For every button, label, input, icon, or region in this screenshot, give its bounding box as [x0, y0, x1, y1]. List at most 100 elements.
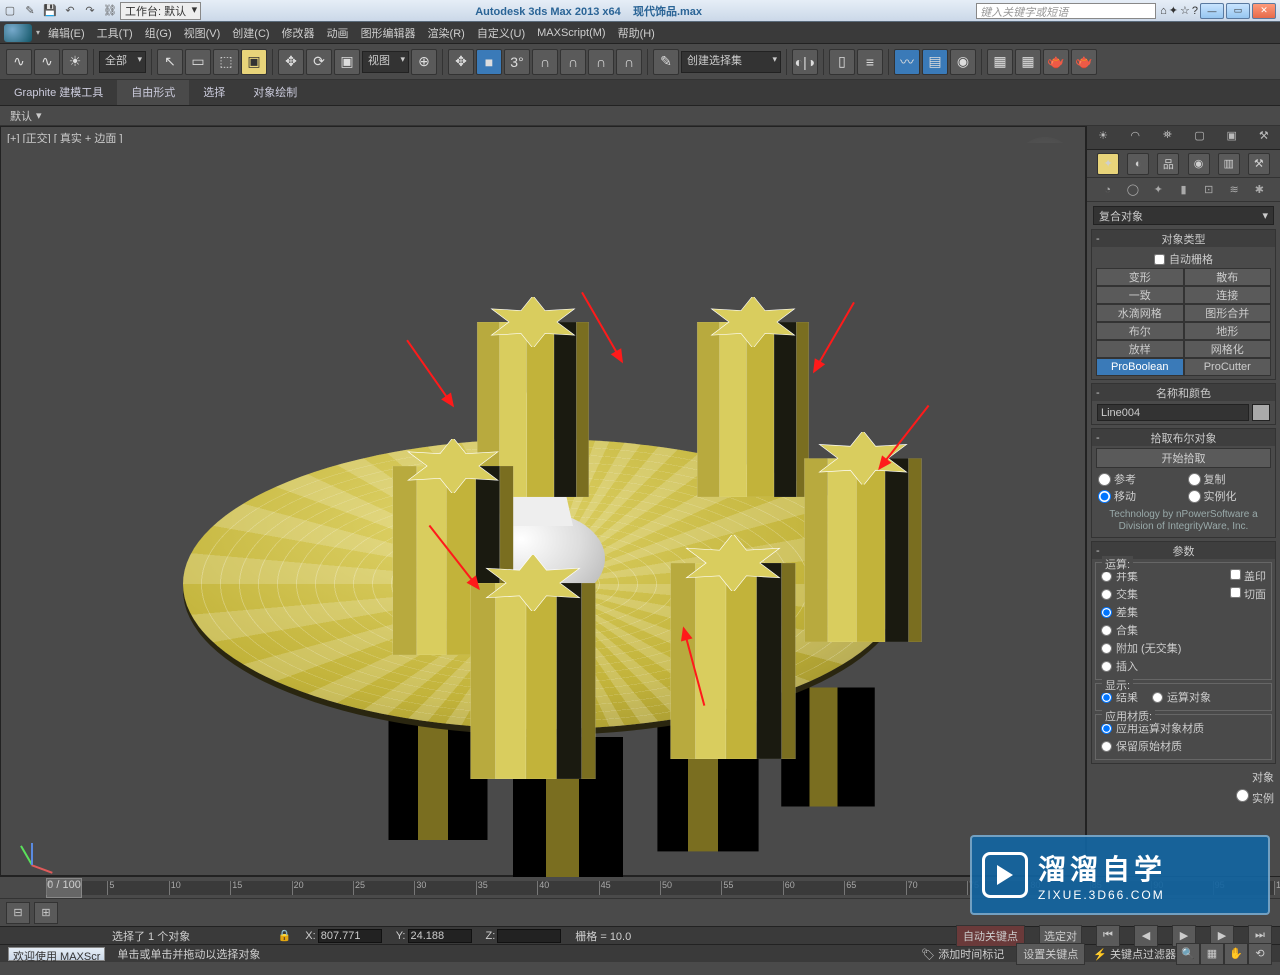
ribbon-tab[interactable]: 对象绘制 — [239, 80, 311, 105]
menu-item[interactable]: 图形编辑器 — [355, 23, 422, 43]
render-setup-icon[interactable]: ▦ — [987, 49, 1013, 75]
schematic-icon[interactable]: ▤ — [922, 49, 948, 75]
coord-x-input[interactable] — [318, 929, 382, 943]
category-dropdown[interactable]: 复合对象 — [1093, 206, 1274, 225]
ribbon-tab[interactable]: 选择 — [189, 80, 239, 105]
object-type-button[interactable]: 图形合并 — [1184, 304, 1272, 322]
menu-item[interactable]: 帮助(H) — [612, 23, 661, 43]
ref-coord-system[interactable]: 视图 — [362, 51, 409, 73]
window-crossing-toggle[interactable]: ▣ — [241, 49, 267, 75]
rollout-header[interactable]: -名称和颜色 — [1092, 384, 1275, 401]
display-radio[interactable] — [1101, 692, 1112, 703]
object-type-button[interactable]: ProCutter — [1184, 358, 1272, 376]
snap-4-icon[interactable]: ∩ — [588, 49, 614, 75]
qat-link-icon[interactable]: ⛓ — [100, 2, 120, 20]
operation-radio[interactable] — [1101, 625, 1112, 636]
operation-radio[interactable] — [1101, 571, 1112, 582]
menu-item[interactable]: 动画 — [321, 23, 355, 43]
render-frame-icon[interactable]: ▦ — [1015, 49, 1041, 75]
menu-item[interactable]: 工具(T) — [91, 23, 139, 43]
color-swatch[interactable] — [1252, 404, 1270, 421]
spinner-snap-icon[interactable]: ∩ — [560, 49, 586, 75]
bind-icon[interactable]: ☀ — [62, 49, 88, 75]
help-icon[interactable]: ✦ — [1169, 4, 1178, 17]
orbit-icon[interactable]: ⟲ — [1248, 943, 1272, 965]
select-name-icon[interactable]: ▭ — [185, 49, 211, 75]
exchange-icon[interactable]: ? — [1192, 5, 1198, 17]
prev-frame-icon[interactable]: ◀ — [1134, 925, 1158, 947]
sun-icon[interactable]: ☀ — [1093, 129, 1113, 147]
display-tab-icon[interactable]: ▥ — [1218, 153, 1240, 175]
object-type-button[interactable]: 变形 — [1096, 268, 1184, 286]
select-icon[interactable]: ↖ — [157, 49, 183, 75]
pan-icon[interactable]: ✋ — [1224, 943, 1248, 965]
viewport[interactable]: [+] [正交] [ 真实 + 边面 ] — [0, 126, 1086, 876]
create-tab-icon[interactable]: ✦ — [1097, 153, 1119, 175]
add-time-tag[interactable]: 添加时间标记 — [938, 949, 1004, 961]
person-icon[interactable]: ⛯ — [1157, 129, 1177, 147]
app-menu-button[interactable] — [4, 24, 32, 42]
render-icon[interactable]: 🫖 — [1043, 49, 1069, 75]
instance-radio[interactable] — [1236, 789, 1249, 802]
track-prev-icon[interactable]: ⊟ — [6, 902, 30, 924]
operation-radio[interactable] — [1101, 589, 1112, 600]
coord-y-input[interactable] — [408, 929, 472, 943]
zoom-all-icon[interactable]: ▦ — [1200, 943, 1224, 965]
qat-save-icon[interactable]: 💾 — [40, 2, 60, 20]
menu-item[interactable]: 修改器 — [276, 23, 321, 43]
selection-filter[interactable]: 全部 — [99, 51, 146, 73]
rollout-header[interactable]: -拾取布尔对象 — [1092, 429, 1275, 446]
lights-icon[interactable]: ✦ — [1148, 180, 1168, 200]
material-radio[interactable] — [1101, 741, 1112, 752]
operation-radio[interactable] — [1101, 661, 1112, 672]
select-region-icon[interactable]: ⬚ — [213, 49, 239, 75]
object-type-button[interactable]: ProBoolean — [1096, 358, 1184, 376]
move-icon[interactable]: ✥ — [278, 49, 304, 75]
signin-icon[interactable]: ☆ — [1180, 4, 1190, 17]
object-type-button[interactable]: 地形 — [1184, 322, 1272, 340]
infocenter-icon[interactable]: ⌂ — [1160, 5, 1167, 17]
object-type-button[interactable]: 放样 — [1096, 340, 1184, 358]
start-pick-button[interactable]: 开始拾取 — [1096, 448, 1271, 468]
mirror-icon[interactable]: ◐|◑ — [792, 49, 818, 75]
snap-5-icon[interactable]: ∩ — [616, 49, 642, 75]
material-editor-icon[interactable]: ◉ — [950, 49, 976, 75]
search-input[interactable]: 键入关键字或短语 — [976, 3, 1156, 19]
ribbon-tab[interactable]: Graphite 建模工具 — [0, 80, 117, 105]
menu-item[interactable]: 组(G) — [139, 23, 178, 43]
percent-snap-icon[interactable]: ∩ — [532, 49, 558, 75]
qat-redo-icon[interactable]: ↷ — [80, 2, 100, 20]
geometry-icon[interactable]: ◔ — [1098, 180, 1118, 200]
named-selection-set[interactable]: 创建选择集 — [681, 51, 781, 73]
pick-option[interactable]: 复制 — [1188, 471, 1270, 487]
maximize-button[interactable]: ▭ — [1226, 3, 1250, 19]
layers-icon[interactable]: ≡ — [857, 49, 883, 75]
hierarchy-tab-icon[interactable]: 品 — [1157, 153, 1179, 175]
systems-icon[interactable]: ✱ — [1249, 180, 1269, 200]
arc-icon[interactable]: ◠ — [1125, 129, 1145, 147]
setkey-button[interactable]: 设置关键点 — [1016, 943, 1085, 965]
align-icon[interactable]: ▯ — [829, 49, 855, 75]
screen-icon[interactable]: ▣ — [1222, 129, 1242, 147]
render-last-icon[interactable]: 🫖 — [1071, 49, 1097, 75]
pick-option[interactable]: 移动 — [1098, 488, 1180, 504]
hammer-icon[interactable]: ⚒ — [1254, 129, 1274, 147]
flag-checkbox[interactable] — [1230, 569, 1241, 580]
key-filter[interactable]: 关键点过滤器 — [1110, 949, 1176, 961]
menu-item[interactable]: 创建(C) — [226, 23, 275, 43]
object-type-button[interactable]: 连接 — [1184, 286, 1272, 304]
angle-snap-icon[interactable]: 3° — [504, 49, 530, 75]
spacewarps-icon[interactable]: ≋ — [1224, 180, 1244, 200]
scale-icon[interactable]: ▣ — [334, 49, 360, 75]
menu-item[interactable]: 编辑(E) — [42, 23, 91, 43]
qat-open-icon[interactable]: ✎ — [20, 2, 40, 20]
display-radio[interactable] — [1152, 692, 1163, 703]
named-sel-edit-icon[interactable]: ✎ — [653, 49, 679, 75]
viewport-canvas[interactable] — [3, 143, 1083, 873]
close-button[interactable]: ✕ — [1252, 3, 1276, 19]
autogrid-checkbox[interactable] — [1154, 254, 1165, 265]
object-type-button[interactable]: 网格化 — [1184, 340, 1272, 358]
pivot-icon[interactable]: ⊕ — [411, 49, 437, 75]
menu-item[interactable]: MAXScript(M) — [531, 23, 611, 43]
menu-item[interactable]: 视图(V) — [178, 23, 227, 43]
